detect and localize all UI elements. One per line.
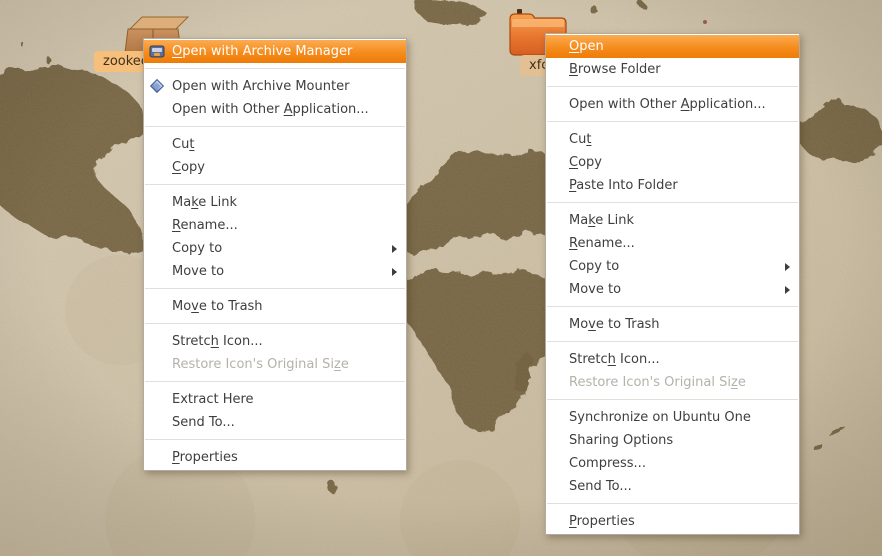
menu-item-synchronize-on-ubuntu-one[interactable]: Synchronize on Ubuntu One: [546, 406, 799, 429]
menu-separator: [144, 434, 406, 446]
menu-item-restore-icon-s-original-size: Restore Icon's Original Size: [144, 353, 406, 376]
menu-item-label: Move to Trash: [172, 299, 263, 314]
menu-item-label: Open with Other Application...: [569, 97, 766, 112]
menu-item-browse-folder[interactable]: Browse Folder: [546, 58, 799, 81]
menu-item-send-to[interactable]: Send To...: [144, 411, 406, 434]
menu-item-label: Open with Other Application...: [172, 102, 369, 117]
menu-item-copy-to[interactable]: Copy to: [144, 237, 406, 260]
menu-item-label: Browse Folder: [569, 62, 661, 77]
menu-item-label: Paste Into Folder: [569, 178, 678, 193]
menu-item-cut[interactable]: Cut: [144, 133, 406, 156]
menu-item-open[interactable]: Open: [546, 35, 799, 58]
archive-manager-icon: [149, 43, 165, 59]
menu-item-label: Rename...: [569, 236, 635, 251]
menu-item-label: Stretch Icon...: [172, 334, 263, 349]
menu-item-send-to[interactable]: Send To...: [546, 475, 799, 498]
menu-item-label: Open with Archive Manager: [172, 44, 352, 59]
menu-item-paste-into-folder[interactable]: Paste Into Folder: [546, 174, 799, 197]
menu-item-make-link[interactable]: Make Link: [546, 209, 799, 232]
menu-item-label: Cut: [172, 137, 194, 152]
menu-item-cut[interactable]: Cut: [546, 128, 799, 151]
menu-separator: [144, 179, 406, 191]
menu-item-properties[interactable]: Properties: [546, 510, 799, 533]
menu-item-label: Copy: [172, 160, 205, 175]
menu-item-label: Send To...: [569, 479, 632, 494]
menu-separator: [144, 63, 406, 75]
menu-item-move-to[interactable]: Move to: [546, 278, 799, 301]
menu-item-label: Move to: [172, 264, 224, 279]
menu-item-label: Move to Trash: [569, 317, 660, 332]
menu-item-sharing-options[interactable]: Sharing Options: [546, 429, 799, 452]
menu-item-label: Move to: [569, 282, 621, 297]
menu-item-copy[interactable]: Copy: [144, 156, 406, 179]
menu-item-stretch-icon[interactable]: Stretch Icon...: [546, 348, 799, 371]
menu-item-label: Extract Here: [172, 392, 254, 407]
menu-item-compress[interactable]: Compress...: [546, 452, 799, 475]
menu-separator: [546, 498, 799, 510]
context-menu-folder: Open Browse Folder Open with Other Applica…: [545, 33, 800, 535]
menu-item-stretch-icon[interactable]: Stretch Icon...: [144, 330, 406, 353]
menu-item-extract-here[interactable]: Extract Here: [144, 388, 406, 411]
menu-item-label: Make Link: [569, 213, 634, 228]
menu-item-label: Synchronize on Ubuntu One: [569, 410, 751, 425]
menu-item-label: Copy to: [569, 259, 619, 274]
menu-item-label: Compress...: [569, 456, 646, 471]
menu-item-label: Restore Icon's Original Size: [569, 375, 746, 390]
submenu-arrow-icon: [392, 245, 397, 253]
menu-separator: [144, 318, 406, 330]
menu-item-move-to-trash[interactable]: Move to Trash: [546, 313, 799, 336]
menu-item-label: Rename...: [172, 218, 238, 233]
menu-item-rename[interactable]: Rename...: [144, 214, 406, 237]
menu-separator: [546, 394, 799, 406]
menu-item-label: Cut: [569, 132, 591, 147]
menu-item-label: Sharing Options: [569, 433, 673, 448]
menu-item-label: Send To...: [172, 415, 235, 430]
menu-item-label: Properties: [569, 514, 635, 529]
menu-item-label: Make Link: [172, 195, 237, 210]
submenu-arrow-icon: [392, 268, 397, 276]
menu-separator: [546, 81, 799, 93]
menu-item-open-with-archive-manager[interactable]: Open with Archive Manager: [144, 40, 406, 63]
menu-separator: [144, 376, 406, 388]
menu-item-label: Open with Archive Mounter: [172, 79, 349, 94]
menu-item-make-link[interactable]: Make Link: [144, 191, 406, 214]
menu-item-label: Open: [569, 39, 604, 54]
menu-item-rename[interactable]: Rename...: [546, 232, 799, 255]
menu-item-label: Stretch Icon...: [569, 352, 660, 367]
context-menu-archive: Open with Archive Manager Open with Archi…: [143, 38, 407, 471]
menu-item-move-to[interactable]: Move to: [144, 260, 406, 283]
menu-item-copy-to[interactable]: Copy to: [546, 255, 799, 278]
menu-separator: [546, 197, 799, 209]
menu-separator: [144, 283, 406, 295]
submenu-arrow-icon: [785, 263, 790, 271]
menu-item-label: Copy to: [172, 241, 222, 256]
menu-separator: [546, 336, 799, 348]
menu-item-open-with-other-application[interactable]: Open with Other Application...: [144, 98, 406, 121]
menu-item-label: Copy: [569, 155, 602, 170]
menu-item-open-with-other-application[interactable]: Open with Other Application...: [546, 93, 799, 116]
menu-item-label: Restore Icon's Original Size: [172, 357, 349, 372]
archive-mounter-icon: [149, 78, 165, 94]
menu-separator: [546, 116, 799, 128]
menu-item-copy[interactable]: Copy: [546, 151, 799, 174]
menu-item-move-to-trash[interactable]: Move to Trash: [144, 295, 406, 318]
menu-separator: [144, 121, 406, 133]
menu-item-restore-icon-s-original-size: Restore Icon's Original Size: [546, 371, 799, 394]
menu-separator: [546, 301, 799, 313]
menu-item-open-with-archive-mounter[interactable]: Open with Archive Mounter: [144, 75, 406, 98]
submenu-arrow-icon: [785, 286, 790, 294]
menu-item-properties[interactable]: Properties: [144, 446, 406, 469]
menu-item-label: Properties: [172, 450, 238, 465]
